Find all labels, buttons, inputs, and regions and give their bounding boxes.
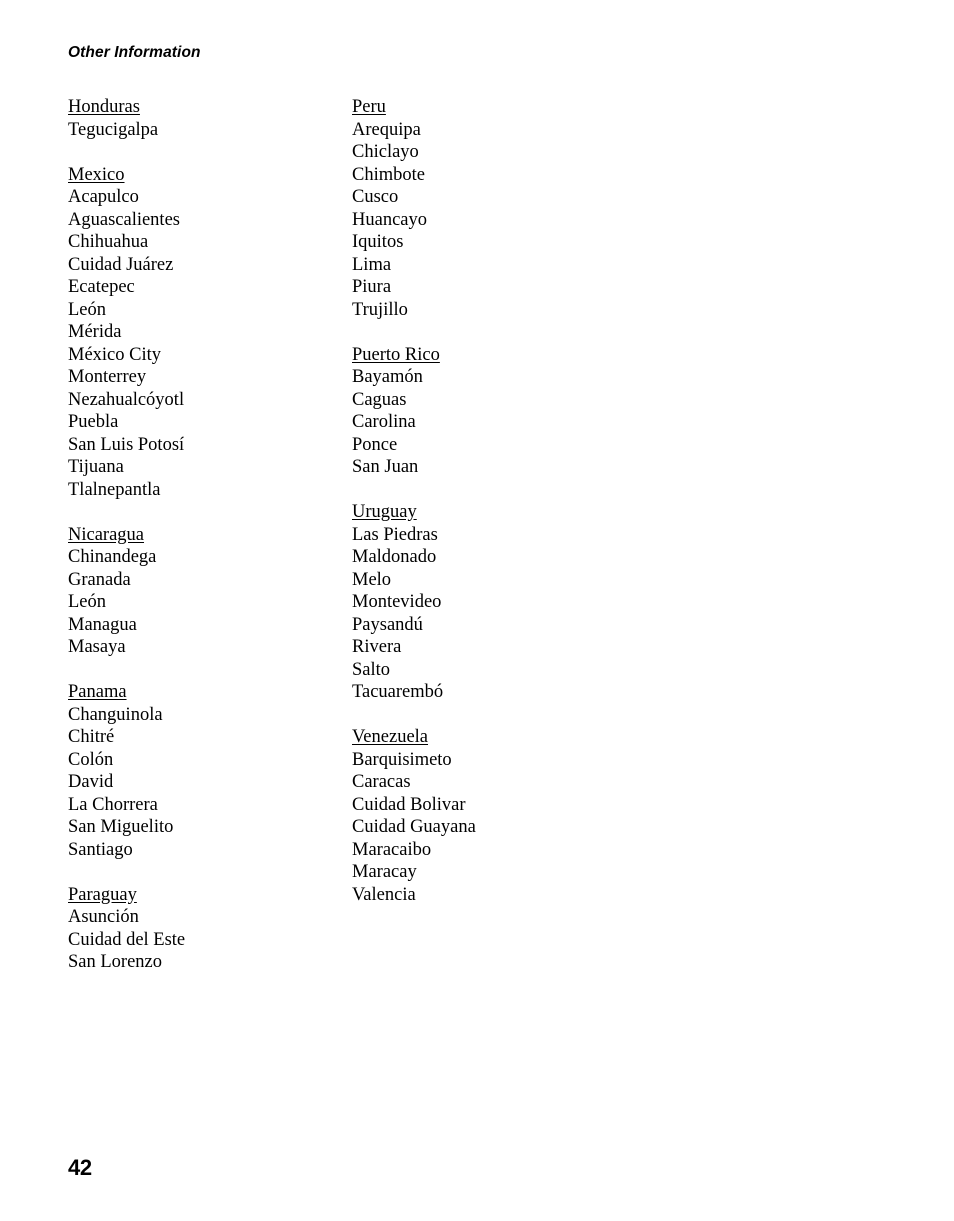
- city-name: Cuidad del Este: [68, 929, 186, 950]
- city-name: Colón: [68, 749, 114, 770]
- city-name: Carolina: [352, 412, 416, 432]
- city-name: Tlalnepantla: [68, 479, 161, 500]
- country-name: Peru: [352, 97, 386, 117]
- city-name: Ponce: [352, 434, 398, 455]
- country-name: Honduras: [68, 97, 140, 117]
- country-name: Venezuela: [352, 727, 429, 747]
- city-name: Maldonado: [352, 547, 437, 567]
- city-name: San Miguelito: [68, 817, 174, 837]
- city-name: Piura: [352, 277, 392, 297]
- city-name: Bayamón: [352, 367, 423, 387]
- city-name: Asunción: [68, 907, 139, 927]
- country-name: Mexico: [68, 164, 125, 185]
- city-name: Tacuarembó: [352, 682, 444, 702]
- city-name: Cuidad Bolivar: [352, 794, 466, 815]
- city-name: Chihuahua: [68, 232, 149, 252]
- city-name: Chinandega: [68, 547, 157, 567]
- city-name: Caracas: [352, 772, 411, 792]
- city-name: Chimbote: [352, 164, 425, 185]
- city-name: Changuinola: [68, 704, 163, 725]
- city-name: Monterrey: [68, 367, 147, 387]
- city-name: La Chorrera: [68, 794, 158, 815]
- country-block: Honduras Tegucigalpa: [68, 96, 338, 141]
- city-name: Huancayo: [352, 209, 427, 230]
- city-name: Trujillo: [352, 299, 408, 320]
- city-name: Las Piedras: [352, 524, 438, 545]
- country-name: Nicaragua: [68, 524, 145, 545]
- country-name: Paraguay: [68, 884, 137, 905]
- city-name: Masaya: [68, 637, 126, 657]
- country-name: Uruguay: [352, 502, 417, 522]
- city-name: Arequipa: [352, 119, 421, 140]
- city-name: Rivera: [352, 637, 402, 657]
- city-name: Caguas: [352, 389, 407, 410]
- city-name: Ecatepec: [68, 277, 135, 297]
- city-name: Tijuana: [68, 457, 124, 477]
- country-block: Panama Changuinola Chitré Colón David La Chor…: [68, 681, 338, 861]
- country-block: Peru Arequipa Chiclayo Chimbote Cusco Huancay…: [352, 96, 652, 321]
- city-name: León: [68, 592, 107, 612]
- column-right: Peru Arequipa Chiclayo Chimbote Cusco Huancay…: [352, 96, 652, 906]
- city-name: Mérida: [68, 322, 122, 342]
- city-name: Cusco: [352, 187, 399, 207]
- country-block: Paraguay Asunción Cuidad del Este San Loren…: [68, 884, 338, 974]
- country-name: Puerto Rico: [352, 344, 440, 365]
- city-name: León: [68, 299, 107, 320]
- city-name: Nezahualcóyotl: [68, 389, 185, 410]
- city-name: Maracaibo: [352, 839, 432, 860]
- city-name: Melo: [352, 569, 392, 590]
- city-name: Aguascalientes: [68, 209, 180, 230]
- city-name: Barquisimeto: [352, 749, 452, 770]
- city-name: Montevideo: [352, 592, 442, 612]
- country-block: Venezuela Barquisimeto Caracas Cuidad Boliv…: [352, 726, 652, 906]
- column-left: Honduras Tegucigalpa Mexico Acapulco Aguasca…: [68, 96, 338, 974]
- city-name: Acapulco: [68, 187, 139, 207]
- country-block: Nicaragua Chinandega Granada León Managua Mas…: [68, 524, 338, 659]
- city-name: San Lorenzo: [68, 952, 163, 972]
- city-name: México City: [68, 344, 162, 365]
- city-name: San Luis Potosí: [68, 434, 185, 455]
- city-name: Cuidad Juárez: [68, 254, 174, 275]
- city-name: Paysandú: [352, 614, 423, 635]
- city-name: Puebla: [68, 412, 119, 432]
- city-name: Maracay: [352, 862, 417, 882]
- page-number: 42: [68, 1155, 92, 1180]
- city-name: Granada: [68, 569, 131, 590]
- country-block: Uruguay Las Piedras Maldonado Melo Montevide…: [352, 501, 652, 704]
- city-name: Chitré: [68, 727, 115, 747]
- city-name: Cuidad Guayana: [352, 817, 476, 837]
- city-name: Valencia: [352, 884, 416, 905]
- country-block: Puerto Rico Bayamón Caguas Carolina Ponce San…: [352, 344, 652, 479]
- city-name: Santiago: [68, 839, 133, 860]
- city-name: Managua: [68, 614, 137, 635]
- city-name: Chiclayo: [352, 142, 419, 162]
- city-name: David: [68, 772, 114, 792]
- document-page: Other Information Honduras Tegucigalpa Mex…: [0, 0, 954, 1221]
- city-name: Iquitos: [352, 232, 404, 252]
- city-name: Salto: [352, 659, 391, 680]
- running-header-title: Other Information: [68, 44, 201, 61]
- city-name: Lima: [352, 254, 392, 275]
- city-name: Tegucigalpa: [68, 119, 159, 140]
- city-name: San Juan: [352, 457, 419, 477]
- country-block: Mexico Acapulco Aguascalientes Chihuahua Cui…: [68, 164, 338, 502]
- country-name: Panama: [68, 682, 127, 702]
